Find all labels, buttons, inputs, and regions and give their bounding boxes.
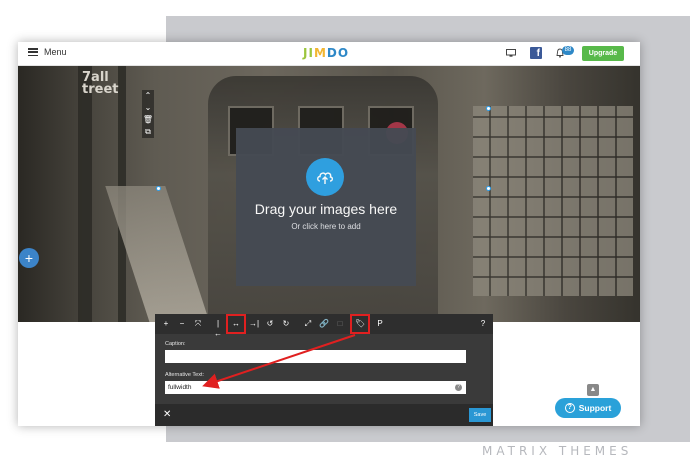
notification-badge: 88 (562, 46, 574, 55)
logo-letter: O (337, 46, 350, 60)
trash-icon[interactable]: 🗑 (143, 115, 153, 125)
caption-label: Caption: (165, 341, 186, 347)
zoom-out-icon[interactable]: − (177, 319, 187, 329)
upload-cloud-icon[interactable] (306, 158, 344, 196)
hero-pillar (78, 66, 92, 322)
help-icon[interactable]: ? (478, 319, 488, 329)
image-drop-zone[interactable]: Drag your images here Or click here to a… (236, 128, 416, 286)
close-icon[interactable]: ✕ (163, 409, 171, 420)
save-button[interactable]: Save (469, 408, 491, 422)
menu-button[interactable]: Menu (28, 47, 67, 57)
chevron-down-icon[interactable]: ⌄ (145, 103, 152, 113)
support-label: Support (578, 403, 612, 413)
resize-handle[interactable] (156, 186, 161, 191)
resize-handle[interactable] (486, 186, 491, 191)
align-right-icon[interactable]: →| (249, 319, 259, 329)
align-left-icon[interactable]: |← (213, 319, 223, 338)
editor-toolbar: + − ⤧ |← ↔ →| ↺ ↻ ⤢ 🔗 □ 🏷 P ? (155, 314, 493, 338)
zoom-in-icon[interactable]: + (161, 319, 171, 329)
drop-title: Drag your images here (254, 201, 398, 217)
upgrade-button[interactable]: Upgrade (582, 46, 624, 61)
rotate-left-icon[interactable]: ↺ (265, 319, 275, 329)
alt-text-input[interactable] (165, 381, 466, 394)
frame-icon[interactable]: □ (335, 319, 345, 329)
rotate-right-icon[interactable]: ↻ (281, 319, 291, 329)
image-editor-panel: + − ⤧ |← ↔ →| ↺ ↻ ⤢ 🔗 □ 🏷 P ? Caption: A… (155, 314, 493, 426)
stage: MATRIX THEMES Menu JIMDO f 88 Upgrade 7a… (0, 0, 692, 476)
add-element-button[interactable]: + (19, 248, 39, 268)
alt-text-label: Alternative Text: (165, 372, 205, 378)
caption-input[interactable] (165, 350, 466, 363)
question-circle-icon: ? (564, 403, 575, 413)
drop-subtitle[interactable]: Or click here to add (236, 222, 416, 231)
question-icon[interactable]: ? (455, 384, 462, 391)
station-sign-line: treet (82, 82, 119, 97)
monitor-icon[interactable] (506, 49, 516, 57)
logo-letter: D (326, 46, 338, 60)
logo-letter: M (313, 46, 327, 60)
jimdo-logo[interactable]: JIMDO (303, 46, 349, 60)
chevron-up-icon[interactable]: ⌃ (145, 91, 152, 101)
hero-wall (473, 106, 633, 296)
editor-window: Menu JIMDO f 88 Upgrade 7all treet ⌃ ⌄ 🗑… (18, 42, 640, 426)
highlight-box (226, 314, 246, 334)
facebook-icon[interactable]: f (530, 47, 542, 59)
fullscreen-icon[interactable]: ⤢ (303, 319, 313, 329)
support-button[interactable]: ? Support (555, 398, 621, 418)
scroll-top-icon[interactable]: ▲ (587, 384, 599, 396)
copy-icon[interactable]: ⧉ (145, 127, 151, 137)
hero-tools: ⌃ ⌄ 🗑 ⧉ (142, 90, 154, 138)
hero-image[interactable]: 7all treet ⌃ ⌄ 🗑 ⧉ Drag your images here… (18, 66, 640, 322)
editor-footer: ✕ Save (155, 404, 493, 426)
hamburger-icon (28, 48, 38, 56)
shrink-icon[interactable]: ⤧ (193, 319, 203, 329)
station-sign: 7all treet (82, 71, 119, 97)
watermark: MATRIX THEMES (482, 444, 633, 458)
pinterest-icon[interactable]: P (375, 319, 385, 329)
top-bar: Menu JIMDO f 88 Upgrade (18, 42, 640, 66)
highlight-box (350, 314, 370, 334)
link-icon[interactable]: 🔗 (319, 319, 329, 329)
menu-label: Menu (44, 47, 67, 57)
resize-handle[interactable] (486, 106, 491, 111)
